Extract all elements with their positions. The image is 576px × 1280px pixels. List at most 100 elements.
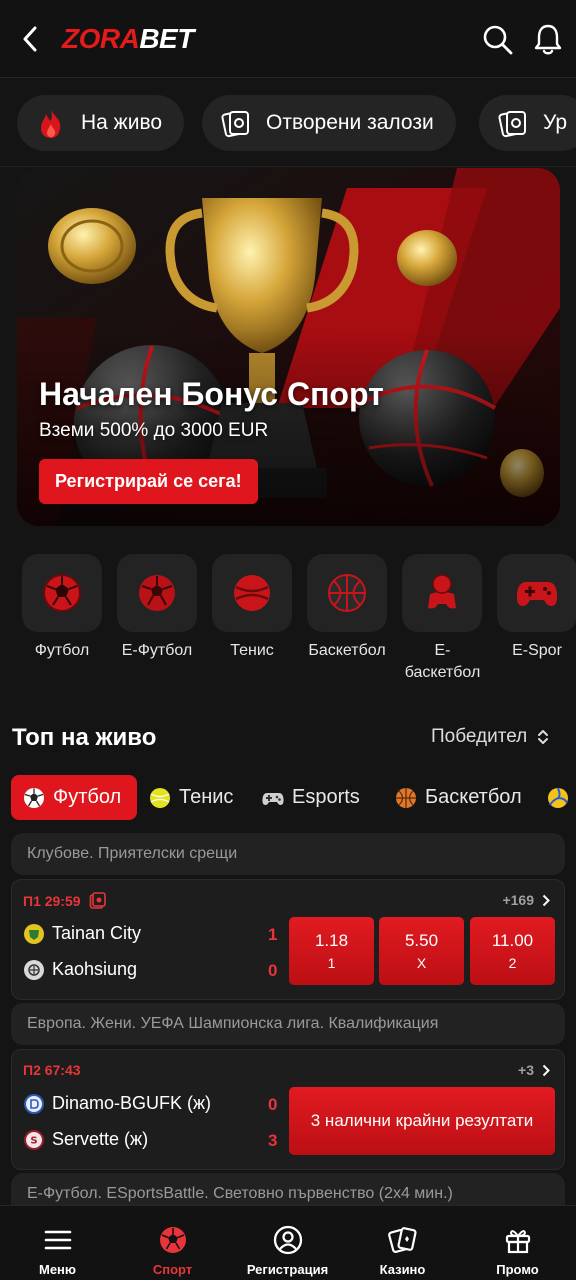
odd-value: 1.18	[314, 931, 349, 950]
market-selector[interactable]: Победител	[431, 726, 549, 748]
team-crest-icon: S	[24, 1129, 44, 1150]
app-header: ZORA BET	[0, 0, 576, 78]
sport-basketball-label: Баскетбол	[308, 642, 386, 659]
home-team: Tainan City	[24, 923, 141, 944]
gamepad-icon	[497, 554, 576, 632]
logo-text-zora: ZORA	[62, 23, 140, 54]
tab-tennis-label: Тенис	[179, 786, 234, 808]
sport-basketball[interactable]: Баскетбол	[307, 554, 387, 662]
chip-open-bets[interactable]: Отворени залози	[202, 95, 456, 151]
gamepad-icon	[262, 792, 284, 805]
team-crest-icon	[24, 923, 44, 944]
away-team: S Servette (ж)	[24, 1129, 148, 1150]
quick-links-bar: На живо Отворени залози Ур	[0, 79, 576, 167]
basketball-icon	[396, 787, 416, 808]
odd-button-draw[interactable]: 5.50 X	[379, 917, 464, 985]
tab-esports-label: Esports	[292, 786, 360, 808]
sport-esports-label: E-Spor	[512, 642, 562, 659]
match-time-label: П2 67:43	[23, 1062, 81, 1078]
tab-volleyball[interactable]	[547, 775, 576, 820]
nav-promo[interactable]: Промо	[460, 1206, 575, 1280]
league-header[interactable]: Клубове. Приятелски срещи	[11, 833, 565, 875]
volleyball-icon	[548, 787, 568, 808]
banner-subtitle: Вземи 500% до 3000 EUR	[39, 420, 269, 441]
tennis-icon	[150, 787, 170, 808]
chevron-right-icon	[542, 1064, 550, 1076]
search-icon	[483, 25, 513, 55]
home-team-name: Dinamo-BGUFK (ж)	[52, 1093, 212, 1113]
back-button[interactable]	[16, 22, 44, 56]
sport-tennis[interactable]: Тенис	[212, 554, 292, 662]
sport-efootball[interactable]: Е-Футбол	[117, 554, 197, 662]
nav-sport[interactable]: Спорт	[115, 1206, 230, 1280]
sport-football[interactable]: Футбол	[22, 554, 102, 662]
final-results-button[interactable]: 3 налични крайни резултати	[289, 1087, 555, 1155]
more-markets-link[interactable]: +3	[518, 1062, 550, 1078]
welcome-bonus-banner[interactable]: Начален Бонус Спорт Вземи 500% до 3000 E…	[17, 168, 560, 526]
away-team-name: Servette (ж)	[52, 1129, 149, 1149]
odd-outcome: 2	[508, 955, 517, 971]
chevron-right-icon	[542, 894, 550, 906]
market-selector-label: Победител	[431, 726, 528, 747]
tab-football[interactable]: Футбол	[11, 775, 138, 820]
chip-bets[interactable]: Ур	[479, 95, 576, 151]
match-time: П1 29:59	[23, 892, 106, 909]
match-time: П2 67:43	[23, 1062, 81, 1078]
basketball-icon	[307, 554, 387, 632]
nav-sport-label: Спорт	[152, 1262, 193, 1277]
tab-basketball[interactable]: Баскетбол	[395, 775, 522, 820]
tab-basketball-label: Баскетбол	[425, 786, 522, 808]
chip-live[interactable]: На живо	[17, 95, 185, 151]
open-bets-icon	[220, 107, 252, 139]
football-icon	[157, 1224, 189, 1256]
away-score: 0	[268, 961, 278, 980]
tab-football-label: Футбол	[53, 786, 122, 808]
sport-esports[interactable]: E-Spor	[497, 554, 576, 662]
banner-title: Начален Бонус Спорт	[39, 376, 384, 412]
home-score: 1	[268, 925, 278, 944]
more-markets-link[interactable]: +169	[502, 892, 550, 908]
ebasketball-icon	[402, 554, 482, 632]
chip-live-label: На живо	[81, 111, 163, 134]
tab-esports[interactable]: Esports	[262, 775, 360, 820]
nav-register[interactable]: Регистрация	[230, 1206, 345, 1280]
menu-icon	[42, 1224, 74, 1256]
zorabet-logo[interactable]: ZORA BET	[62, 20, 194, 58]
chip-open-bets-label: Отворени залози	[266, 111, 434, 134]
team-crest-icon	[24, 1093, 44, 1114]
chip-bets-label: Ур	[543, 111, 568, 134]
tab-tennis[interactable]: Тенис	[149, 775, 233, 820]
efootball-icon	[117, 554, 197, 632]
odd-outcome: X	[416, 955, 427, 971]
league-header[interactable]: Европа. Жени. УЕФА Шампионска лига. Квал…	[11, 1003, 565, 1045]
register-now-button[interactable]: Регистрирай се сега!	[39, 459, 258, 504]
search-button[interactable]	[482, 24, 514, 56]
nav-casino[interactable]: Казино	[345, 1206, 460, 1280]
nav-menu-label: Меню	[38, 1262, 76, 1277]
odd-button-away[interactable]: 11.00 2	[470, 917, 555, 985]
home-team-name: Tainan City	[52, 923, 142, 943]
match-time-label: П1 29:59	[23, 892, 81, 909]
bell-icon	[534, 24, 562, 55]
logo-text-bet: BET	[139, 23, 194, 54]
odd-outcome: 1	[327, 955, 336, 971]
top-live-title: Топ на живо	[12, 724, 157, 751]
bottom-navigation: Меню Спорт Регистрация Казино Промо	[0, 1205, 576, 1280]
svg-text:S: S	[30, 1135, 37, 1146]
sport-efootball-label: Е-Футбол	[121, 642, 193, 659]
gift-icon	[502, 1224, 534, 1256]
notifications-button[interactable]	[532, 22, 564, 56]
more-markets-count: +3	[518, 1062, 534, 1078]
cards-icon	[387, 1224, 419, 1256]
odd-button-home[interactable]: 1.18 1	[289, 917, 374, 985]
match-card[interactable]: П1 29:59 +169 Tainan City 1 Kaohsiung 0 …	[11, 879, 565, 1000]
sport-tabs: Футбол Тенис Esports Баскетбол	[0, 774, 576, 822]
sport-ebasketball[interactable]: Е-баскетбол	[402, 554, 487, 684]
away-team-name: Kaohsiung	[52, 959, 138, 979]
chevron-left-icon	[23, 26, 37, 52]
sort-chevrons-icon	[538, 730, 549, 744]
nav-menu[interactable]: Меню	[0, 1206, 115, 1280]
match-card[interactable]: П2 67:43 +3 Dinamo-BGUFK (ж) 0 S Servett…	[11, 1049, 565, 1170]
sport-football-label: Футбол	[34, 642, 90, 659]
sport-ebasketball-label: Е-баскетбол	[404, 642, 481, 681]
